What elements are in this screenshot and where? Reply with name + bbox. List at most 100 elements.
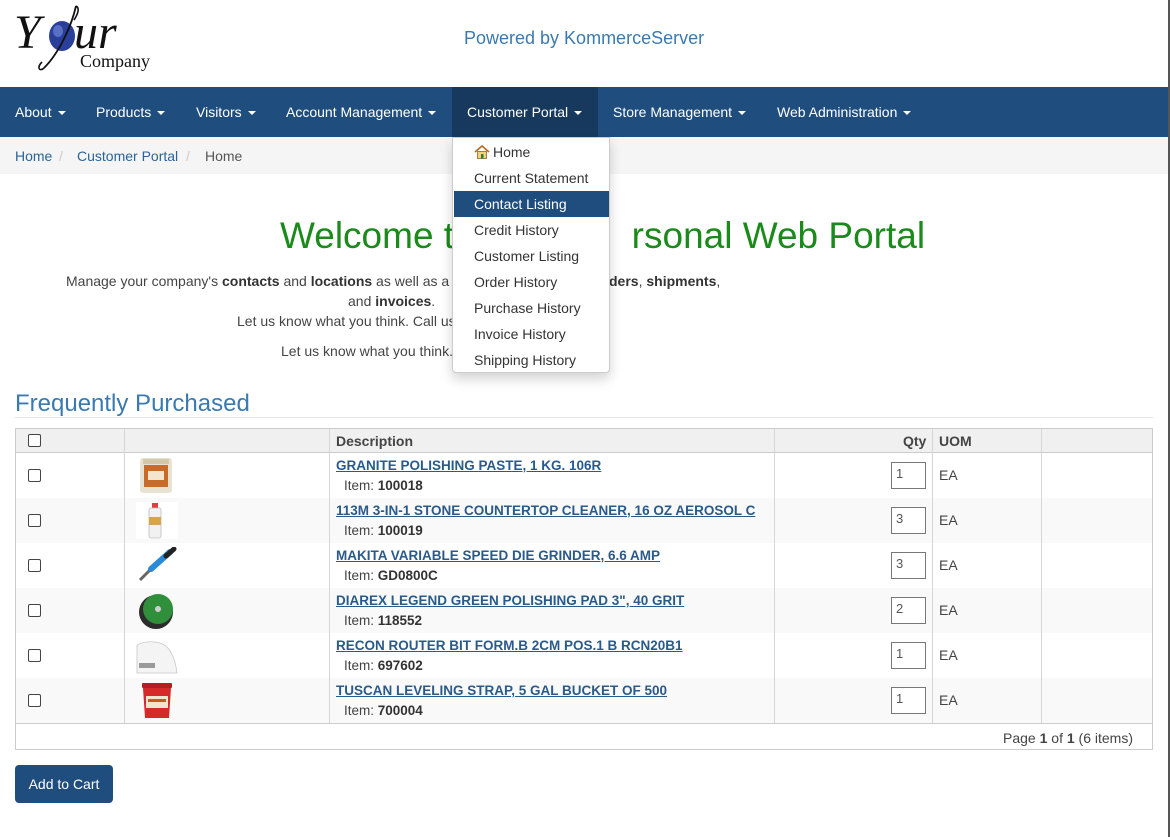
qty-input[interactable]: 1 [891, 687, 926, 714]
product-link[interactable]: DIAREX LEGEND GREEN POLISHING PAD 3", 40… [336, 593, 684, 608]
item-code: 700004 [377, 703, 423, 718]
die-grinder-icon[interactable] [136, 547, 178, 584]
grid-header: Description Qty UOM [16, 429, 1152, 453]
welcome-line-1: Manage your company's contacts and locat… [66, 273, 449, 289]
welcome-line-2: and invoices. [348, 293, 435, 309]
caret-down-icon [574, 111, 583, 116]
qty-input[interactable]: 1 [891, 642, 926, 669]
pager-label: Page [1003, 730, 1040, 746]
uom-value: EA [939, 467, 958, 483]
qty-input[interactable]: 3 [891, 507, 926, 534]
nav-store-management[interactable]: Store Management [598, 87, 761, 137]
welcome-locations: locations [310, 273, 373, 289]
welcome-line-3: Let us know what you think. Call us [237, 313, 456, 329]
dropdown-item-home[interactable]: Home [454, 139, 609, 165]
product-link[interactable]: RECON ROUTER BIT FORM.B 2CM POS.1 B RCN2… [336, 638, 683, 653]
product-link[interactable]: GRANITE POLISHING PASTE, 1 KG. 106R [336, 458, 601, 473]
dropdown-item-contact-listing[interactable]: Contact Listing [454, 191, 609, 217]
bucket-icon[interactable] [136, 682, 178, 719]
welcome-text: , [716, 273, 721, 289]
add-to-cart-button[interactable]: Add to Cart [15, 765, 113, 803]
item-label: Item: [344, 703, 378, 718]
welcome-contacts: contacts [221, 273, 280, 289]
row-checkbox[interactable] [28, 469, 41, 482]
dropdown-item-customer-listing[interactable]: Customer Listing [454, 243, 609, 269]
table-row: DIAREX LEGEND GREEN POLISHING PAD 3", 40… [16, 588, 1152, 633]
welcome-title-left: Welcome to [280, 215, 475, 256]
polishing-pad-icon[interactable] [136, 592, 178, 629]
caret-down-icon [428, 111, 437, 116]
aerosol-can-icon[interactable] [136, 502, 178, 539]
header-qty[interactable]: Qty [903, 433, 926, 449]
item-label: Item: [344, 613, 378, 628]
header-uom[interactable]: UOM [939, 433, 972, 449]
caret-down-icon [157, 111, 166, 116]
uom-value: EA [939, 647, 958, 663]
nav-about[interactable]: About [0, 87, 81, 137]
table-row: MAKITA VARIABLE SPEED DIE GRINDER, 6.6 A… [16, 543, 1152, 588]
nav-visitors[interactable]: Visitors [181, 87, 271, 137]
nav-customer-portal-label: Customer Portal [467, 104, 569, 120]
nav-customer-portal[interactable]: Customer Portal [452, 87, 598, 137]
router-bit-profile-icon[interactable] [136, 637, 178, 674]
product-link[interactable]: 113M 3-IN-1 STONE COUNTERTOP CLEANER, 16… [336, 503, 755, 518]
svg-text:Y: Y [14, 6, 45, 59]
uom-value: EA [939, 557, 958, 573]
dropdown-item-purchase-history[interactable]: Purchase History [454, 295, 609, 321]
welcome-text: and [348, 293, 376, 309]
frequently-purchased-grid: Description Qty UOM GRANITE POLISHING PA… [15, 428, 1153, 750]
breadcrumb-current: Home [205, 148, 243, 164]
item-number: Item: GD0800C [344, 568, 438, 583]
dropdown-item-current-statement[interactable]: Current Statement [454, 165, 609, 191]
caret-down-icon [738, 111, 747, 116]
product-link[interactable]: TUSCAN LEVELING STRAP, 5 GAL BUCKET OF 5… [336, 683, 667, 698]
welcome-title-right: rsonal Web Portal [631, 215, 926, 256]
item-label: Item: [344, 523, 378, 538]
pager-label: of [1047, 730, 1067, 746]
welcome-line-4: Let us know what you think. [281, 343, 453, 359]
uom-value: EA [939, 602, 958, 618]
table-row: GRANITE POLISHING PASTE, 1 KG. 106R Item… [16, 453, 1152, 498]
nav-account-management[interactable]: Account Management [271, 87, 451, 137]
select-all-checkbox[interactable] [28, 434, 41, 447]
breadcrumb-customer-portal[interactable]: Customer Portal [77, 148, 178, 164]
nav-products[interactable]: Products [81, 87, 180, 137]
nav-store-management-label: Store Management [613, 104, 733, 120]
item-code: GD0800C [377, 568, 438, 583]
dropdown-item-order-history[interactable]: Order History [454, 269, 609, 295]
row-checkbox[interactable] [28, 514, 41, 527]
main-navbar: About Products Visitors Account Manageme… [0, 87, 1168, 137]
dropdown-item-credit-history[interactable]: Credit History [454, 217, 609, 243]
dropdown-item-invoice-history[interactable]: Invoice History [454, 321, 609, 347]
nav-products-label: Products [96, 104, 152, 120]
nav-visitors-label: Visitors [196, 104, 242, 120]
row-checkbox[interactable] [28, 649, 41, 662]
table-row: TUSCAN LEVELING STRAP, 5 GAL BUCKET OF 5… [16, 678, 1152, 723]
table-row: 113M 3-IN-1 STONE COUNTERTOP CLEANER, 16… [16, 498, 1152, 543]
dropdown-item-shipping-history[interactable]: Shipping History [454, 347, 609, 373]
qty-input[interactable]: 2 [891, 597, 926, 624]
dropdown-item-label: Home [493, 144, 531, 160]
home-icon [474, 145, 490, 159]
product-link[interactable]: MAKITA VARIABLE SPEED DIE GRINDER, 6.6 A… [336, 548, 660, 563]
breadcrumb-separator: / [59, 148, 63, 164]
row-checkbox[interactable] [28, 604, 41, 617]
column-divider [329, 429, 330, 723]
row-checkbox[interactable] [28, 559, 41, 572]
item-number: Item: 700004 [344, 703, 423, 718]
column-divider [124, 429, 125, 723]
header-description[interactable]: Description [336, 433, 413, 449]
uom-value: EA [939, 692, 958, 708]
pager-item-count: (6 items) [1074, 730, 1133, 746]
welcome-text: as well as a [372, 273, 450, 289]
qty-input[interactable]: 3 [891, 552, 926, 579]
column-divider [774, 429, 775, 723]
breadcrumb-home[interactable]: Home [15, 148, 52, 164]
nav-web-administration[interactable]: Web Administration [762, 87, 926, 137]
company-logo[interactable]: Y ur Company [14, 4, 164, 74]
breadcrumb-separator: / [186, 148, 190, 164]
qty-input[interactable]: 1 [891, 462, 926, 489]
paste-jar-icon[interactable] [136, 457, 178, 494]
item-label: Item: [344, 478, 378, 493]
row-checkbox[interactable] [28, 694, 41, 707]
